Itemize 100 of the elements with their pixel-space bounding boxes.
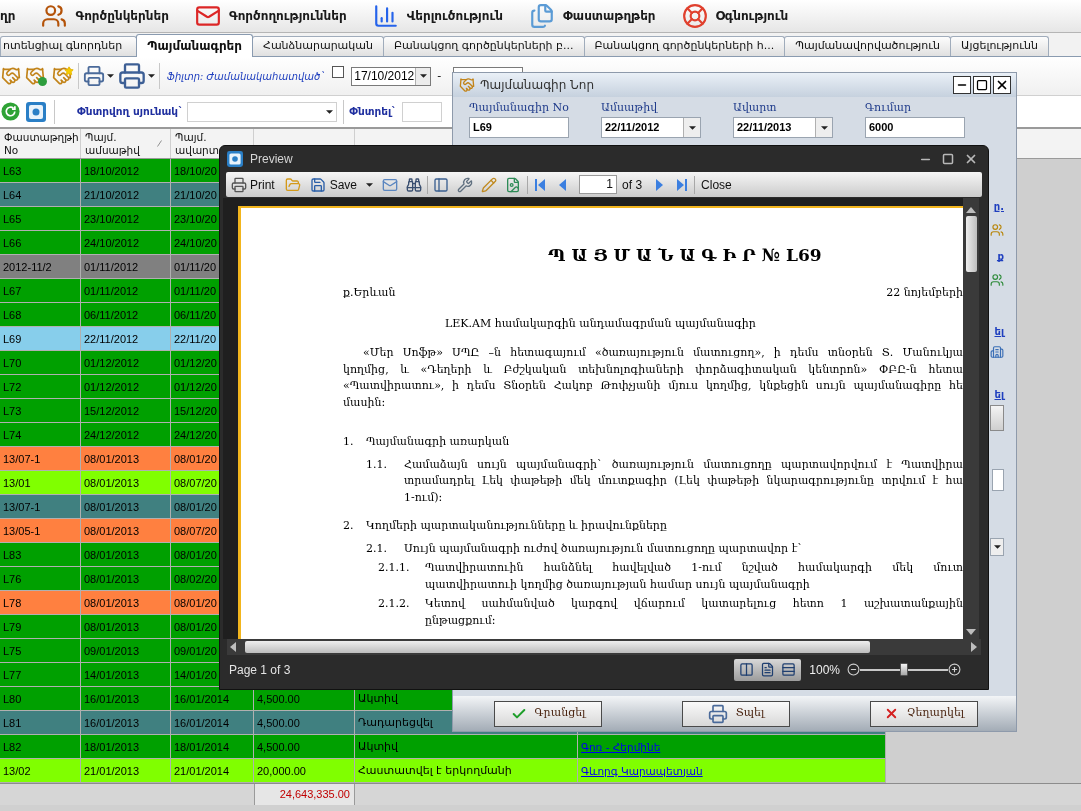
close-button[interactable] — [993, 76, 1011, 94]
link[interactable]: ը. — [993, 201, 1004, 213]
scrollbar-thumb[interactable] — [245, 641, 870, 653]
zoom-slider[interactable] — [860, 662, 948, 677]
handshake-icon[interactable] — [1, 66, 21, 86]
tab[interactable]: Պայմանագրեր — [136, 34, 253, 57]
print-button[interactable] — [83, 65, 114, 87]
minimize-button[interactable] — [953, 76, 971, 94]
multi-page-icon[interactable] — [781, 662, 797, 677]
person-link[interactable]: Գևորգ Կարապետյան — [581, 763, 703, 780]
lifebuoy-icon — [681, 3, 708, 29]
handshake-star-icon[interactable] — [52, 66, 74, 86]
table-cell: L77 — [0, 663, 81, 687]
refresh-icon[interactable] — [1, 102, 20, 121]
layout-icon[interactable] — [433, 176, 450, 193]
date-field[interactable]: 22/11/2012 — [601, 117, 701, 138]
save-button[interactable]: Save — [309, 175, 358, 194]
caret-icon — [688, 125, 696, 130]
last-page-icon[interactable] — [676, 177, 689, 192]
dialog-button[interactable]: Գրանցել — [494, 700, 602, 727]
date-field[interactable]: 22/11/2013 — [733, 117, 833, 138]
tab[interactable]: Պայմանավորվածություն — [784, 36, 952, 56]
link[interactable]: ք — [997, 251, 1004, 263]
table-cell: 08/01/2013 — [81, 519, 171, 543]
dropdown-button[interactable] — [415, 67, 431, 85]
table-cell: L70 — [0, 351, 81, 375]
bar-chart-icon — [372, 3, 399, 29]
table-cell: 21/01/2014 — [171, 759, 254, 783]
pencil-icon[interactable] — [481, 176, 498, 193]
table-cell: 4,500.00 — [254, 735, 355, 759]
zoom-in-icon[interactable] — [948, 663, 961, 676]
side-button[interactable] — [990, 405, 1004, 431]
table-cell: L76 — [0, 567, 81, 591]
paragraph: Կետով սահմանված կարգով վճարում կատարելուց հետո 1 աշխատանքային ընթացքում: — [425, 596, 963, 629]
column-header[interactable]: Պայմ. ամսաթիվ — [81, 129, 171, 158]
table-cell: 20,000.00 — [254, 759, 355, 783]
binoculars-icon[interactable] — [406, 176, 423, 193]
input-field[interactable]: L69 — [469, 117, 569, 138]
field-label: Ամսաթիվ — [601, 101, 658, 114]
dropdown-button[interactable] — [990, 538, 1004, 556]
menu-item[interactable]: Գործընկերներ — [41, 1, 169, 31]
single-page-icon[interactable] — [760, 662, 776, 677]
first-page-icon[interactable] — [534, 177, 547, 192]
checkbox[interactable] — [332, 66, 345, 78]
print-button[interactable] — [118, 62, 155, 90]
scroll-right-icon[interactable] — [971, 642, 977, 652]
handshake-badge-icon[interactable] — [25, 66, 47, 86]
date-field[interactable]: 17/10/2012 — [351, 66, 432, 86]
link[interactable]: ել — [994, 326, 1004, 338]
table-cell: L72 — [0, 375, 81, 399]
table-cell: 01/11/2012 — [81, 279, 171, 303]
close-button[interactable]: Close — [701, 175, 732, 194]
envelope-icon[interactable] — [382, 176, 399, 193]
scroll-up-icon[interactable] — [966, 207, 976, 213]
tab[interactable]: ոտենցիալ գնորդներ — [0, 36, 138, 56]
dialog-button[interactable]: Չեղարկել — [870, 700, 978, 727]
zoom-out-icon[interactable] — [847, 663, 860, 676]
maximize-button[interactable] — [973, 76, 991, 94]
search-field[interactable] — [401, 101, 442, 122]
menu-item[interactable]: Օգնություն — [681, 1, 789, 31]
table-cell: L64 — [0, 183, 81, 207]
menu-item[interactable]: Վերլուծություն — [372, 1, 503, 31]
vertical-scrollbar[interactable] — [963, 198, 979, 639]
table-cell: L65 — [0, 207, 81, 231]
caret-icon — [107, 74, 114, 78]
tab[interactable]: Բանակցող գործընկերների հ... — [583, 36, 786, 56]
table-cell: 16/01/2013 — [81, 687, 171, 711]
two-page-icon[interactable] — [739, 662, 755, 677]
menu-item[interactable]: ղր — [0, 1, 16, 31]
page-number-field[interactable]: 1 — [579, 175, 618, 194]
dropdown-button[interactable] — [683, 118, 700, 137]
caret-icon[interactable] — [366, 182, 374, 187]
dialog-button[interactable]: Տպել — [682, 700, 790, 727]
input-field[interactable]: 6000 — [865, 117, 965, 138]
date-text: 22 նոյեմբերի — [886, 285, 963, 301]
close-icon[interactable] — [964, 152, 978, 166]
table-cell: 13/05-1 — [0, 519, 81, 543]
table-cell: 08/01/2013 — [81, 543, 171, 567]
link[interactable]: ել — [994, 389, 1004, 401]
tab[interactable]: Այցելությունն — [950, 36, 1049, 56]
table-cell: 18/10/2012 — [81, 159, 171, 183]
menu-item[interactable]: Փաստաթղթեր — [528, 1, 656, 31]
table-cell: L73 — [0, 399, 81, 423]
column-header[interactable]: Փաստաթղթի No — [0, 129, 81, 158]
menu-item[interactable]: Գործողություններ — [194, 1, 347, 31]
scroll-down-icon[interactable] — [966, 629, 976, 635]
maximize-icon[interactable] — [942, 153, 954, 165]
dropdown-button[interactable] — [815, 118, 832, 137]
page-icon[interactable] — [505, 176, 522, 193]
horizontal-scrollbar[interactable] — [227, 639, 981, 655]
input-field[interactable] — [992, 469, 1004, 491]
tab[interactable]: Բանակցող գործընկերների բ... — [383, 36, 585, 56]
tab[interactable]: Հանձնարարական — [252, 36, 384, 56]
slider-thumb[interactable] — [900, 662, 908, 676]
scroll-left-icon[interactable] — [230, 642, 236, 652]
filter-label: Ֆիլտր: Ժամանակահատված` — [167, 69, 326, 84]
printer-icon — [231, 176, 247, 193]
wrench-icon[interactable] — [457, 176, 474, 193]
scrollbar-thumb[interactable] — [965, 216, 977, 272]
table-cell: L69 — [0, 327, 81, 351]
